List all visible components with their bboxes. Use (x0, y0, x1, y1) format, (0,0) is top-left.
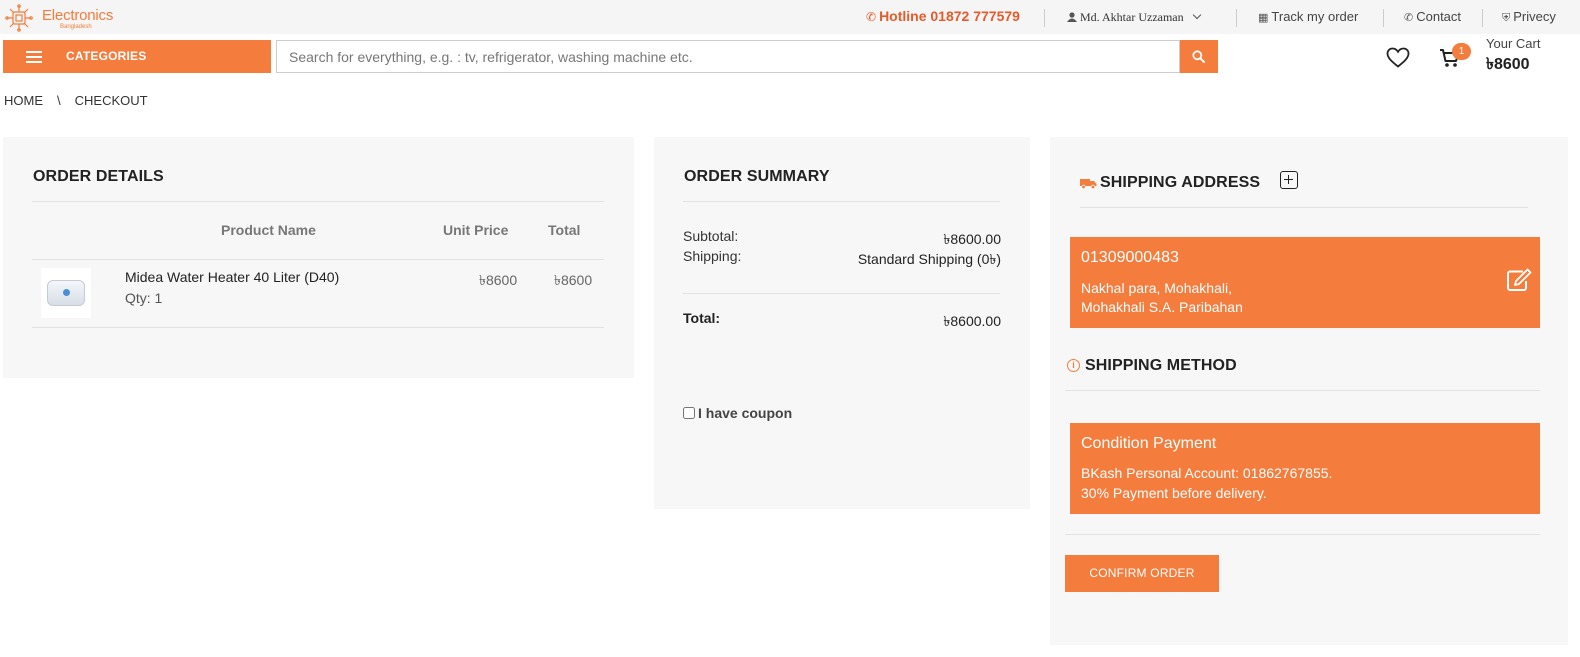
user-icon (1067, 12, 1077, 22)
privacy-link[interactable]: ⛨ Privecy (1502, 9, 1556, 25)
coupon-checkbox[interactable] (683, 407, 695, 419)
total-value: ৳8600.00 (943, 313, 1001, 329)
contact-label: Contact (1416, 9, 1462, 24)
user-name: Md. Akhtar Uzzaman (1080, 10, 1184, 24)
payment-line-2: 30% Payment before delivery. (1081, 485, 1267, 501)
shipping-address-title: SHIPPING ADDRESS (1100, 174, 1261, 191)
chevron-down-icon (1192, 10, 1201, 20)
add-address-icon[interactable] (1280, 171, 1298, 189)
payment-method-card[interactable]: Condition Payment BKash Personal Account… (1070, 423, 1540, 514)
top-bar: Electronics Bangladesh ✆ Hotline 01872 77… (0, 0, 1580, 34)
divider (1236, 9, 1237, 27)
brand-name: Electronics (42, 7, 114, 24)
order-details-title: ORDER DETAILS (33, 168, 164, 185)
product-unit-price: ৳8600 (479, 272, 518, 288)
track-order-link[interactable]: ▦ Track my order (1258, 9, 1358, 24)
divider (1383, 9, 1384, 27)
coupon-toggle[interactable]: I have coupon (683, 405, 792, 421)
edit-icon[interactable] (1506, 268, 1532, 292)
subtotal-label: Subtotal: (683, 228, 739, 244)
hotline-text: Hotline 01872 777579 (879, 8, 1020, 24)
categories-button[interactable]: CATEGORIES (3, 40, 271, 73)
cart-total[interactable]: ৳8600 (1486, 51, 1530, 78)
order-summary-panel: ORDER SUMMARY Subtotal: ৳8600.00 Shippin… (654, 137, 1030, 509)
info-icon: i (1067, 359, 1080, 372)
product-qty: Qty: 1 (125, 290, 163, 306)
product-total: ৳8600 (554, 272, 593, 288)
column-header-unit-price: Unit Price (443, 222, 509, 238)
divider (32, 259, 604, 260)
search-icon (1192, 50, 1205, 63)
order-summary-title: ORDER SUMMARY (684, 168, 830, 185)
divider (1065, 534, 1540, 535)
privacy-label: Privecy (1513, 9, 1556, 24)
shield-icon: ⛨ (1502, 12, 1511, 24)
address-card[interactable]: 01309000483 Nakhal para, Mohakhali, Moha… (1070, 237, 1540, 328)
divider (32, 327, 604, 328)
logo-icon (5, 4, 33, 32)
phone-icon: ✆ (1404, 12, 1414, 24)
track-order-label: Track my order (1271, 9, 1359, 24)
address-phone: 01309000483 (1081, 249, 1179, 266)
hotline[interactable]: ✆ Hotline 01872 777579 (866, 8, 1020, 24)
payment-line-1: BKash Personal Account: 01862767855. (1081, 465, 1333, 481)
divider (683, 201, 1000, 202)
table-icon: ▦ (1258, 12, 1269, 24)
truck-icon (1080, 179, 1097, 189)
breadcrumb-current: CHECKOUT (74, 93, 148, 108)
address-line-2: Mohakhali S.A. Paribahan (1081, 299, 1243, 315)
divider (1482, 9, 1483, 27)
brand-logo[interactable]: Electronics Bangladesh (4, 4, 124, 32)
wishlist-heart-icon[interactable] (1386, 47, 1410, 68)
phone-icon: ✆ (866, 10, 877, 24)
categories-label: CATEGORIES (66, 49, 147, 63)
product-thumbnail[interactable] (41, 268, 91, 318)
hamburger-icon (26, 51, 42, 63)
order-details-panel: ORDER DETAILS Product Name Unit Price To… (3, 137, 634, 378)
divider (1044, 9, 1045, 27)
breadcrumb: HOME \ CHECKOUT (4, 93, 148, 108)
shipping-value: Standard Shipping (0৳) (857, 251, 1001, 267)
divider (1065, 390, 1540, 391)
breadcrumb-separator: \ (57, 93, 61, 108)
shipping-panel: SHIPPING ADDRESS 01309000483 Nakhal para… (1050, 137, 1568, 645)
coupon-label: I have coupon (698, 405, 793, 421)
search-button[interactable] (1180, 40, 1218, 73)
column-header-total: Total (548, 222, 581, 238)
water-heater-image (47, 280, 85, 306)
contact-link[interactable]: ✆ Contact (1404, 9, 1461, 24)
cart-label[interactable]: Your Cart (1486, 36, 1540, 51)
shipping-method-title: SHIPPING METHOD (1085, 357, 1237, 374)
breadcrumb-home[interactable]: HOME (4, 93, 43, 108)
payment-title: Condition Payment (1081, 435, 1217, 452)
address-line-1: Nakhal para, Mohakhali, (1081, 280, 1232, 296)
confirm-order-button[interactable]: CONFIRM ORDER (1065, 555, 1219, 592)
divider (32, 201, 604, 202)
brand-tagline: Bangladesh (60, 24, 92, 30)
divider (1080, 207, 1528, 208)
shipping-label: Shipping: (683, 248, 742, 264)
total-label: Total: (683, 310, 721, 326)
cart-count-badge: 1 (1452, 43, 1471, 60)
divider (683, 293, 1000, 294)
column-header-product-name: Product Name (221, 222, 316, 238)
user-menu[interactable]: Md. Akhtar Uzzaman (1067, 10, 1201, 25)
product-name[interactable]: Midea Water Heater 40 Liter (D40) (125, 269, 339, 285)
search-input[interactable] (276, 40, 1180, 73)
